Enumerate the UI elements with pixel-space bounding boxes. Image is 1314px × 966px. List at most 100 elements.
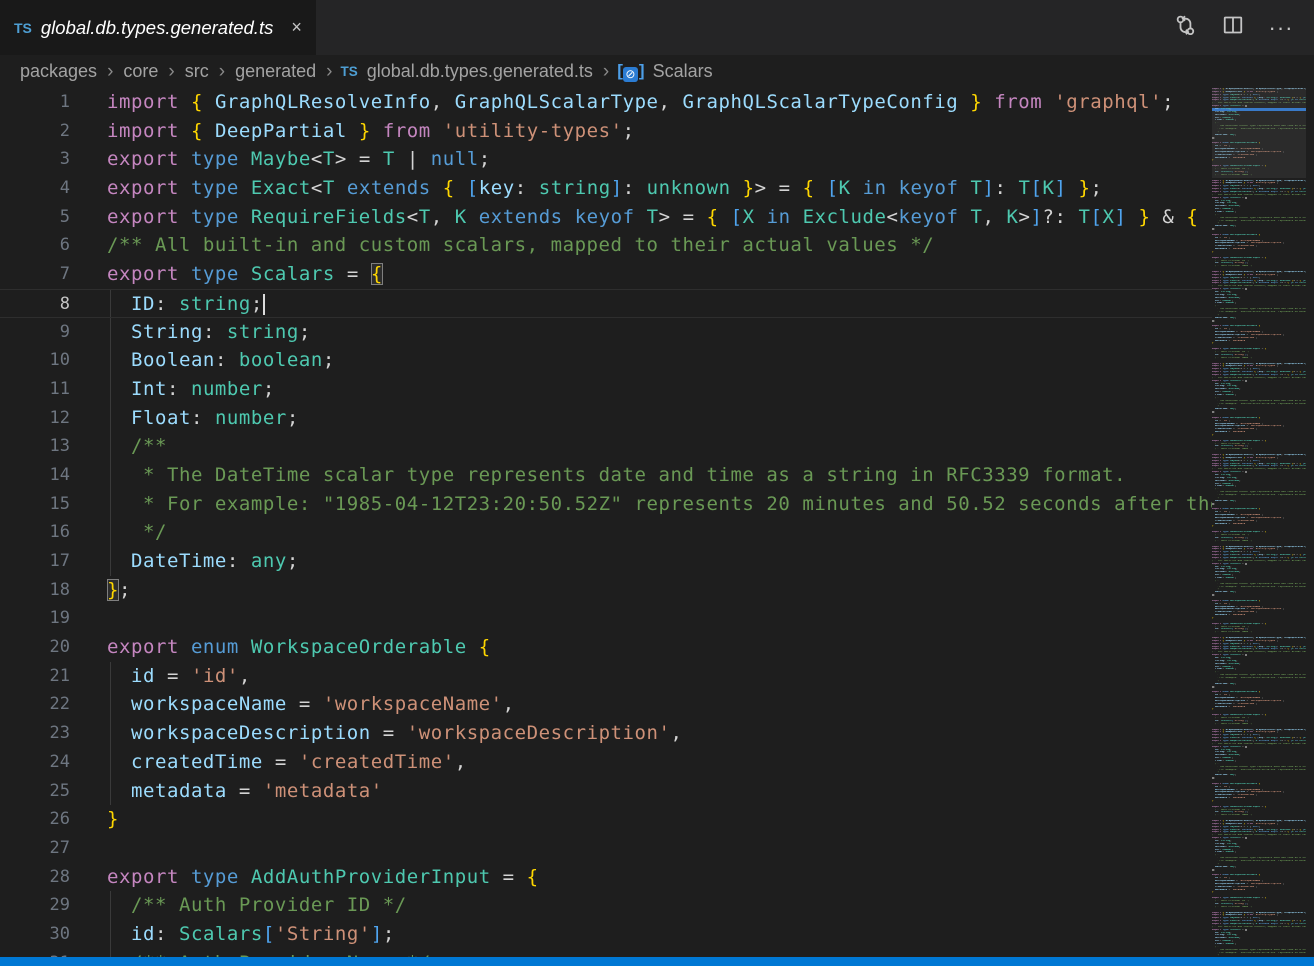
- tab-global-db-types-generated-ts[interactable]: TS global.db.types.generated.ts ×: [0, 0, 316, 55]
- code-line-23[interactable]: 23 workspaceDescription = 'workspaceDescr…: [0, 719, 1212, 748]
- line-number[interactable]: 26: [0, 805, 70, 834]
- code-line-18[interactable]: 18};: [0, 576, 1212, 605]
- code-editor[interactable]: 1 import { GraphQLResolveInfo, GraphQLSca…: [0, 88, 1314, 966]
- indent-guide: [110, 432, 111, 461]
- code-line-15[interactable]: 15 * For example: "1985-04-12T23:20:50.5…: [0, 490, 1212, 519]
- code-line-2[interactable]: 2 import { DeepPartial } from 'utility-ty…: [0, 117, 1212, 146]
- more-actions-button[interactable]: ···: [1264, 11, 1298, 45]
- indent-guide: [110, 777, 111, 806]
- code-line-20[interactable]: 20 export enum WorkspaceOrderable {: [0, 633, 1212, 662]
- breadcrumb: packages › core › src › generated › TS g…: [0, 55, 1314, 88]
- line-number[interactable]: 5: [0, 203, 70, 232]
- typescript-file-icon: TS: [14, 20, 32, 36]
- line-number[interactable]: 3: [0, 145, 70, 174]
- code-text: String: string;: [107, 318, 311, 347]
- code-line-16[interactable]: 16 */: [0, 518, 1212, 547]
- code-line-22[interactable]: 22workspaceName = 'workspaceName',: [0, 690, 1212, 719]
- line-number[interactable]: 22: [0, 690, 70, 719]
- typescript-file-icon: TS: [340, 64, 357, 79]
- code-line-13[interactable]: 13/**: [0, 432, 1212, 461]
- code-line-9[interactable]: 9 String: string;: [0, 318, 1212, 347]
- line-number[interactable]: 15: [0, 490, 70, 519]
- code-line-29[interactable]: 29/** Auth Provider ID */: [0, 891, 1212, 920]
- code-line-19[interactable]: 19: [0, 604, 1212, 633]
- line-number[interactable]: 20: [0, 633, 70, 662]
- code-line-11[interactable]: 11Int: number;: [0, 375, 1212, 404]
- split-editor-button[interactable]: [1216, 11, 1250, 45]
- code-text: export type RequireFields<T, K extends k…: [107, 203, 1212, 232]
- line-number[interactable]: 23: [0, 719, 70, 748]
- code-text: * The DateTime scalar type represents da…: [107, 461, 1126, 490]
- line-number[interactable]: 19: [0, 604, 70, 633]
- chevron-right-icon: ›: [326, 61, 332, 83]
- line-number[interactable]: 30: [0, 920, 70, 949]
- code-text: };: [107, 576, 131, 605]
- code-line-12[interactable]: 12Float: number;: [0, 404, 1212, 433]
- breadcrumb-item-filename[interactable]: global.db.types.generated.ts: [365, 61, 595, 82]
- code-line-1[interactable]: 1import { GraphQLResolveInfo, GraphQLSca…: [0, 88, 1212, 117]
- editor-actions: ···: [1168, 0, 1314, 55]
- line-number[interactable]: 13: [0, 432, 70, 461]
- symbol-type-icon: [⊘]: [617, 61, 643, 82]
- code-text: export enum WorkspaceOrderable {: [107, 633, 491, 662]
- code-line-28[interactable]: 28export type AddAuthProviderInput = {: [0, 863, 1212, 892]
- line-number[interactable]: 27: [0, 834, 70, 863]
- split-editor-icon: [1221, 13, 1245, 42]
- line-number[interactable]: 16: [0, 518, 70, 547]
- tab-title: global.db.types.generated.ts: [41, 17, 273, 39]
- line-number[interactable]: 29: [0, 891, 70, 920]
- breadcrumb-item-src[interactable]: src: [183, 61, 211, 82]
- line-number[interactable]: 11: [0, 375, 70, 404]
- code-line-10[interactable]: 10 Boolean: boolean;: [0, 346, 1212, 375]
- minimap[interactable]: import { GraphQLResolveInfo, GraphQLScal…: [1212, 88, 1306, 966]
- line-number[interactable]: 12: [0, 404, 70, 433]
- code-line-8[interactable]: 8ID: string;: [0, 289, 1212, 318]
- code-line-27[interactable]: 27: [0, 834, 1212, 863]
- line-number[interactable]: 17: [0, 547, 70, 576]
- code-line-30[interactable]: 30 id: Scalars['String'];: [0, 920, 1212, 949]
- line-number[interactable]: 24: [0, 748, 70, 777]
- close-icon[interactable]: ×: [287, 15, 306, 40]
- line-number[interactable]: 25: [0, 777, 70, 806]
- breadcrumb-item-scalars[interactable]: Scalars: [651, 61, 715, 82]
- line-number[interactable]: 4: [0, 174, 70, 203]
- git-compare-icon: [1173, 13, 1197, 42]
- code-line-3[interactable]: 3export type Maybe<T> = T | null;: [0, 145, 1212, 174]
- indent-guide: [110, 290, 111, 317]
- code-line-5[interactable]: 5 export type RequireFields<T, K extends …: [0, 203, 1212, 232]
- line-number[interactable]: 2: [0, 117, 70, 146]
- line-number[interactable]: 8: [0, 290, 70, 317]
- code-area[interactable]: 1import { GraphQLResolveInfo, GraphQLSca…: [0, 88, 1212, 966]
- code-line-14[interactable]: 14 * The DateTime scalar type represents…: [0, 461, 1212, 490]
- chevron-right-icon: ›: [168, 61, 174, 83]
- line-number[interactable]: 1: [0, 88, 70, 117]
- indent-guide: [110, 518, 111, 547]
- code-line-25[interactable]: 25metadata = 'metadata': [0, 777, 1212, 806]
- tab-bar: TS global.db.types.generated.ts ×: [0, 0, 1314, 55]
- breadcrumb-item-packages[interactable]: packages: [18, 61, 99, 82]
- line-number[interactable]: 6: [0, 231, 70, 260]
- breadcrumb-item-core[interactable]: core: [121, 61, 160, 82]
- line-number[interactable]: 21: [0, 662, 70, 691]
- line-number[interactable]: 28: [0, 863, 70, 892]
- code-line-4[interactable]: 4export type Exact<T extends { [key: str…: [0, 174, 1212, 203]
- open-changes-button[interactable]: [1168, 11, 1202, 45]
- code-line-21[interactable]: 21id = 'id',: [0, 662, 1212, 691]
- line-number[interactable]: 14: [0, 461, 70, 490]
- code-line-7[interactable]: 7export type Scalars = {: [0, 260, 1212, 289]
- line-number[interactable]: 18: [0, 576, 70, 605]
- code-line-17[interactable]: 17DateTime: any;: [0, 547, 1212, 576]
- minimap-slider[interactable]: [1212, 88, 1306, 178]
- code-line-24[interactable]: 24createdTime = 'createdTime',: [0, 748, 1212, 777]
- code-line-6[interactable]: 6/** All built-in and custom scalars, ma…: [0, 231, 1212, 260]
- code-line-26[interactable]: 26}: [0, 805, 1212, 834]
- indent-guide: [110, 748, 111, 777]
- breadcrumb-item-generated[interactable]: generated: [233, 61, 318, 82]
- line-number[interactable]: 10: [0, 346, 70, 375]
- line-number[interactable]: 9: [0, 318, 70, 347]
- code-text: import { DeepPartial } from 'utility-typ…: [107, 117, 635, 146]
- line-number[interactable]: 7: [0, 260, 70, 289]
- code-text: id: Scalars['String'];: [107, 920, 395, 949]
- code-text: workspaceDescription = 'workspaceDescrip…: [107, 719, 683, 748]
- code-text: Boolean: boolean;: [107, 346, 335, 375]
